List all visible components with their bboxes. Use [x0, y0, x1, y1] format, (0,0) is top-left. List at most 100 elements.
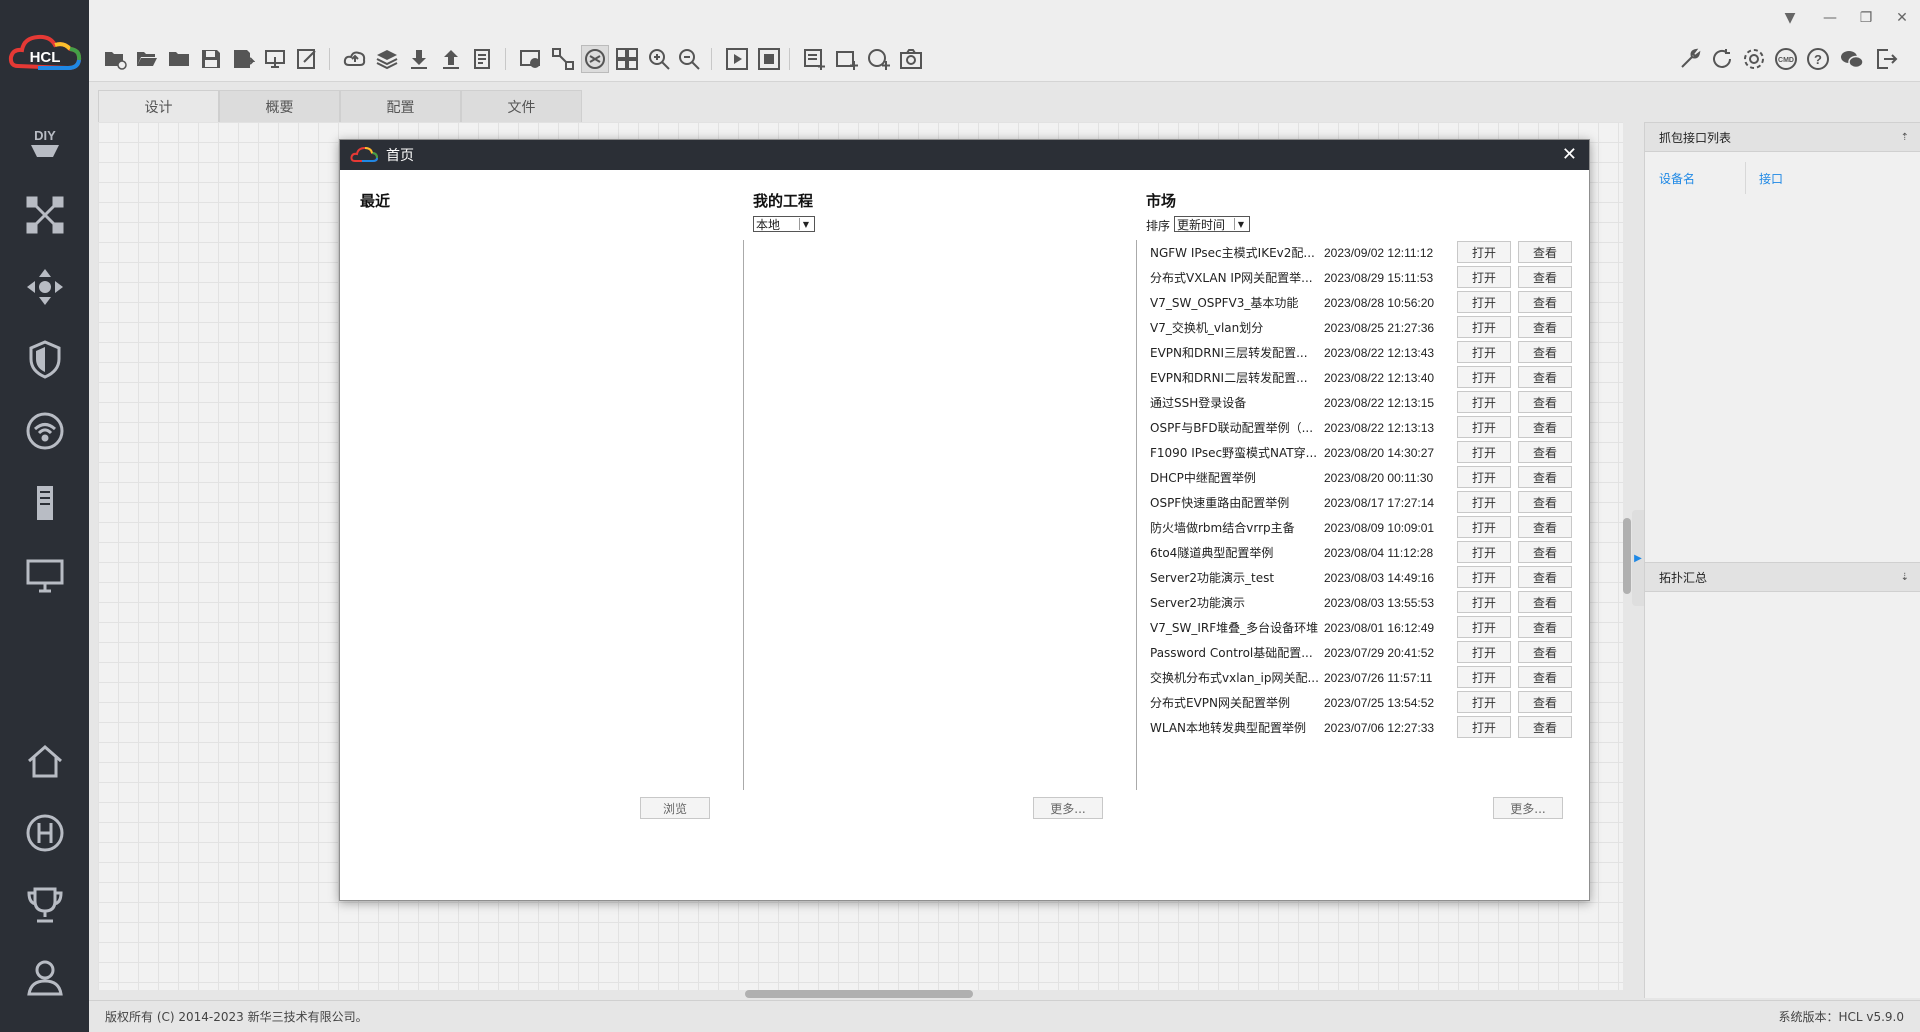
server-icon[interactable]	[24, 482, 66, 524]
home-icon[interactable]	[24, 740, 66, 782]
open-button[interactable]: 打开	[1457, 491, 1511, 513]
view-button[interactable]: 查看	[1518, 716, 1572, 738]
view-button[interactable]: 查看	[1518, 291, 1572, 313]
add-circle-icon[interactable]	[865, 45, 893, 73]
export-icon[interactable]	[261, 45, 289, 73]
open-button[interactable]: 打开	[1457, 366, 1511, 388]
stop-icon[interactable]	[755, 45, 783, 73]
collapse-arrow-icon[interactable]: ⇡	[1901, 132, 1909, 143]
tools-icon[interactable]	[1676, 45, 1704, 73]
shield-icon[interactable]	[24, 338, 66, 380]
view-button[interactable]: 查看	[1518, 566, 1572, 588]
folder-icon[interactable]	[165, 45, 193, 73]
view-button[interactable]: 查看	[1518, 616, 1572, 638]
save-icon[interactable]	[197, 45, 225, 73]
help-icon[interactable]: ?	[1804, 45, 1832, 73]
collapse-arrow-icon[interactable]: ⇣	[1901, 572, 1909, 583]
cmd-icon[interactable]: CMD	[1772, 45, 1800, 73]
view-button[interactable]: 查看	[1518, 241, 1572, 263]
view-button[interactable]: 查看	[1518, 541, 1572, 563]
open-button[interactable]: 打开	[1457, 566, 1511, 588]
move-arrows-icon[interactable]	[24, 266, 66, 308]
open-button[interactable]: 打开	[1457, 516, 1511, 538]
tab-design[interactable]: 设计	[98, 90, 219, 122]
open-button[interactable]: 打开	[1457, 716, 1511, 738]
zoom-out-icon[interactable]	[675, 45, 703, 73]
dropdown-menu-icon[interactable]: ▼	[1778, 6, 1802, 30]
open-button[interactable]: 打开	[1457, 341, 1511, 363]
view-button[interactable]: 查看	[1518, 316, 1572, 338]
open-project-icon[interactable]	[133, 45, 161, 73]
topology-view-icon[interactable]	[581, 45, 609, 73]
more-market-button[interactable]: 更多...	[1493, 797, 1563, 819]
projects-filter-select[interactable]: 本地 ▼	[753, 216, 815, 232]
network-topology-icon[interactable]	[24, 194, 66, 236]
tab-files[interactable]: 文件	[461, 90, 582, 122]
minimize-icon[interactable]: —	[1818, 6, 1842, 30]
browse-button[interactable]: 浏览	[640, 797, 710, 819]
view-button[interactable]: 查看	[1518, 591, 1572, 613]
camera-icon[interactable]	[897, 45, 925, 73]
view-button[interactable]: 查看	[1518, 391, 1572, 413]
view-button[interactable]: 查看	[1518, 691, 1572, 713]
restore-icon[interactable]: ❐	[1854, 6, 1878, 30]
view-button[interactable]: 查看	[1518, 641, 1572, 663]
layers-icon[interactable]	[373, 45, 401, 73]
add-device-icon[interactable]	[833, 45, 861, 73]
trophy-icon[interactable]	[24, 884, 66, 926]
open-button[interactable]: 打开	[1457, 591, 1511, 613]
view-button[interactable]: 查看	[1518, 416, 1572, 438]
save-as-icon[interactable]	[229, 45, 257, 73]
view-button[interactable]: 查看	[1518, 466, 1572, 488]
diy-icon[interactable]: DIY	[24, 122, 66, 164]
open-button[interactable]: 打开	[1457, 241, 1511, 263]
capture-list-header[interactable]: 抓包接口列表 ⇡	[1645, 122, 1920, 152]
upload-icon[interactable]	[437, 45, 465, 73]
tab-config[interactable]: 配置	[340, 90, 461, 122]
horizontal-scrollbar[interactable]	[745, 990, 973, 998]
open-button[interactable]: 打开	[1457, 466, 1511, 488]
open-button[interactable]: 打开	[1457, 441, 1511, 463]
open-button[interactable]: 打开	[1457, 691, 1511, 713]
vertical-scrollbar[interactable]	[1623, 518, 1631, 594]
view-button[interactable]: 查看	[1518, 666, 1572, 688]
view-button[interactable]: 查看	[1518, 491, 1572, 513]
zoom-in-icon[interactable]	[645, 45, 673, 73]
open-button[interactable]: 打开	[1457, 316, 1511, 338]
image-icon[interactable]	[517, 45, 545, 73]
column-device-name[interactable]: 设备名	[1659, 170, 1695, 187]
view-button[interactable]: 查看	[1518, 366, 1572, 388]
open-button[interactable]: 打开	[1457, 266, 1511, 288]
monitor-icon[interactable]	[24, 554, 66, 596]
settings-icon[interactable]	[1740, 45, 1768, 73]
open-button[interactable]: 打开	[1457, 291, 1511, 313]
view-button[interactable]: 查看	[1518, 266, 1572, 288]
column-interface[interactable]: 接口	[1759, 170, 1783, 187]
tab-overview[interactable]: 概要	[219, 90, 340, 122]
edit-icon[interactable]	[293, 45, 321, 73]
refresh-icon[interactable]	[1708, 45, 1736, 73]
exit-icon[interactable]	[1872, 45, 1900, 73]
wechat-icon[interactable]	[1838, 45, 1866, 73]
more-projects-button[interactable]: 更多...	[1033, 797, 1103, 819]
view-button[interactable]: 查看	[1518, 441, 1572, 463]
topology-summary-header[interactable]: 拓扑汇总 ⇣	[1645, 562, 1920, 592]
sort-select[interactable]: 更新时间 ▼	[1174, 216, 1250, 232]
list-add-icon[interactable]	[801, 45, 829, 73]
connect-icon[interactable]	[549, 45, 577, 73]
close-icon[interactable]: ✕	[1890, 6, 1914, 30]
view-button[interactable]: 查看	[1518, 516, 1572, 538]
open-button[interactable]: 打开	[1457, 616, 1511, 638]
new-project-icon[interactable]	[101, 45, 129, 73]
open-button[interactable]: 打开	[1457, 541, 1511, 563]
open-button[interactable]: 打开	[1457, 666, 1511, 688]
wifi-icon[interactable]	[24, 410, 66, 452]
panel-collapse-handle[interactable]: ▶	[1632, 510, 1644, 606]
open-button[interactable]: 打开	[1457, 416, 1511, 438]
download-icon[interactable]	[405, 45, 433, 73]
view-button[interactable]: 查看	[1518, 341, 1572, 363]
dialog-close-icon[interactable]: ✕	[1562, 144, 1577, 165]
report-icon[interactable]	[469, 45, 497, 73]
play-icon[interactable]	[723, 45, 751, 73]
user-icon[interactable]	[24, 956, 66, 998]
